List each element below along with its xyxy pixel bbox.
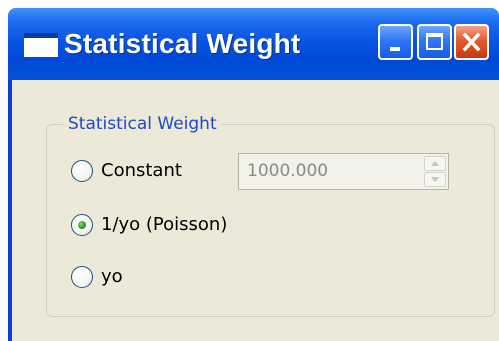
window-title: Statistical Weight [64,28,301,59]
spin-up-button [424,156,446,171]
spin-down-button [424,172,446,187]
minimize-button[interactable] [378,24,413,60]
close-button[interactable] [454,24,489,60]
minimize-icon [390,47,400,51]
maximize-button[interactable] [417,24,452,60]
radio-yo-label[interactable]: yo [101,266,123,288]
window-icon [24,33,58,57]
radio-poisson-button[interactable] [71,214,93,236]
radio-constant-label[interactable]: Constant [101,160,182,182]
radio-yo-button[interactable] [71,266,93,288]
constant-spinner [424,156,446,187]
constant-value-field: 1000.000 [238,153,449,190]
dialog-body: Statistical Weight Constant 1000.000 1/y… [12,80,499,341]
group-title: Statistical Weight [64,114,221,134]
constant-value: 1000.000 [247,161,329,181]
dialog-window: Statistical Weight Statistical Weight Co… [8,8,499,341]
title-bar[interactable]: Statistical Weight [8,8,499,80]
radio-poisson-label[interactable]: 1/yo (Poisson) [101,214,227,236]
spin-up-icon [431,161,439,166]
maximize-icon [426,33,443,50]
radio-selected-dot [78,221,86,229]
close-icon [462,32,481,52]
radio-constant-button[interactable] [71,160,93,182]
spin-down-icon [431,177,439,182]
